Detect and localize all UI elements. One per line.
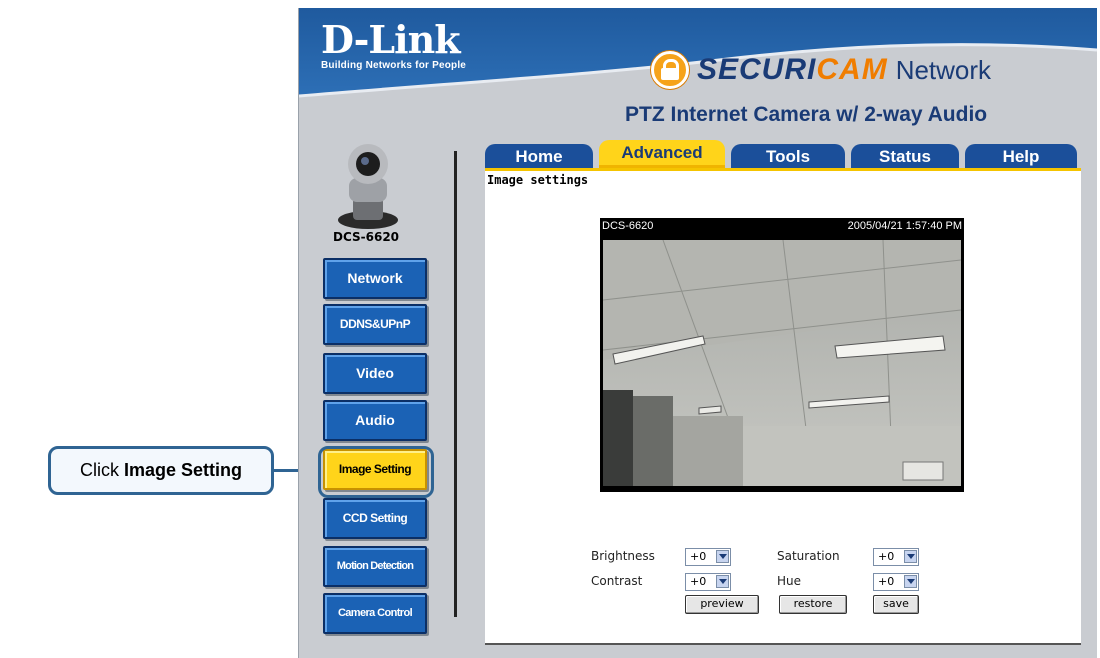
chevron-down-icon <box>716 575 729 588</box>
sidebar-item-camera-control[interactable]: Camera Control <box>323 593 427 634</box>
page-title: Image settings <box>487 173 589 187</box>
securicam-brand: SECURICAM Network <box>651 50 991 90</box>
sidebar-item-ccd-setting[interactable]: CCD Setting <box>323 498 427 539</box>
model-label: DCS-6620 <box>333 230 400 244</box>
sidebar-item-audio[interactable]: Audio <box>323 400 427 441</box>
contrast-value: +0 <box>690 575 707 588</box>
dlink-logo: D-Link Building Networks for People <box>321 17 467 72</box>
brand-securi: SECURI <box>697 53 817 86</box>
tab-advanced[interactable]: Advanced <box>599 140 725 168</box>
dlink-tagline: Building Networks for People <box>321 60 467 71</box>
sidebar-divider <box>454 151 457 617</box>
sidebar-item-video[interactable]: Video <box>323 353 427 394</box>
chevron-down-icon <box>904 550 917 563</box>
saturation-label: Saturation <box>777 549 840 563</box>
video-overlay-bar: DCS-6620 2005/04/21 1:57:40 PM <box>600 218 964 236</box>
contrast-label: Contrast <box>591 574 643 588</box>
chevron-down-icon <box>904 575 917 588</box>
hue-select[interactable]: +0 <box>873 573 919 591</box>
brightness-select[interactable]: +0 <box>685 548 731 566</box>
callout-target: Image Setting <box>123 460 243 480</box>
video-camera-name: DCS-6620 <box>602 220 654 232</box>
instruction-callout: Click Image Setting <box>48 446 274 495</box>
main-content: Image settings DCS-6620 2005/04/21 1:57:… <box>485 171 1081 645</box>
image-setting-highlight <box>318 446 434 498</box>
contrast-select[interactable]: +0 <box>685 573 731 591</box>
tab-help[interactable]: Help <box>965 144 1077 168</box>
tab-tools[interactable]: Tools <box>731 144 845 168</box>
camera-web-ui: D-Link Building Networks for People SECU… <box>298 8 1097 658</box>
top-tabs: Home Advanced Tools Status Help <box>485 140 1081 170</box>
product-subtitle: PTZ Internet Camera w/ 2-way Audio <box>625 103 988 126</box>
video-timestamp: 2005/04/21 1:57:40 PM <box>847 220 962 232</box>
callout-prefix: Click <box>79 460 119 480</box>
tab-status[interactable]: Status <box>851 144 959 168</box>
brightness-value: +0 <box>690 550 707 563</box>
hue-label: Hue <box>777 574 802 588</box>
saturation-select[interactable]: +0 <box>873 548 919 566</box>
video-preview: DCS-6620 2005/04/21 1:57:40 PM <box>600 218 964 492</box>
sidebar-item-ddns-upnp[interactable]: DDNS&UPnP <box>323 304 427 345</box>
brand-cam: CAM <box>816 53 888 86</box>
sidebar-item-network[interactable]: Network <box>323 258 427 299</box>
chevron-down-icon <box>716 550 729 563</box>
lock-icon <box>651 51 689 89</box>
camera-product-image <box>338 144 398 229</box>
preview-button[interactable]: preview <box>685 595 759 614</box>
camera-feed-image <box>603 240 961 486</box>
restore-button[interactable]: restore <box>779 595 847 614</box>
brand-network: Network <box>895 54 992 85</box>
tab-home[interactable]: Home <box>485 144 593 168</box>
save-button[interactable]: save <box>873 595 919 614</box>
hue-value: +0 <box>878 575 895 588</box>
saturation-value: +0 <box>878 550 895 563</box>
header: D-Link Building Networks for People SECU… <box>299 8 1097 138</box>
sidebar-item-motion-detection[interactable]: Motion Detection <box>323 546 427 587</box>
brightness-label: Brightness <box>591 549 655 563</box>
dlink-logo-text: D-Link <box>321 17 461 62</box>
